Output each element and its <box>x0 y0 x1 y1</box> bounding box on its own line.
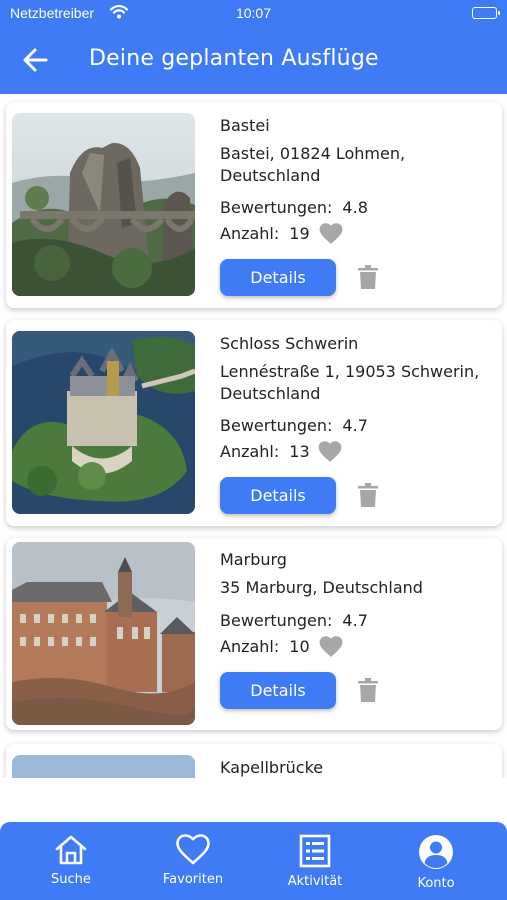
rating-label: Bewertungen: <box>220 416 333 435</box>
trip-photo-marburg <box>12 542 195 725</box>
trip-card[interactable]: Marburg 35 Marburg, Deutschland Bewertun… <box>6 538 502 730</box>
trip-card[interactable]: Schloss Schwerin Lennéstraße 1, 19053 Sc… <box>6 320 502 526</box>
rating-label: Bewertungen: <box>220 611 333 630</box>
heart-icon[interactable] <box>317 439 343 463</box>
trash-icon[interactable] <box>358 678 380 702</box>
details-button[interactable]: Details <box>220 259 336 296</box>
rating-value: 4.7 <box>342 611 368 630</box>
details-button[interactable]: Details <box>220 672 336 709</box>
trash-icon[interactable] <box>358 483 380 507</box>
count-row: Anzahl: 10 <box>220 637 310 656</box>
home-icon <box>55 835 87 865</box>
rating-label: Bewertungen: <box>220 198 333 217</box>
trip-name: Marburg <box>220 550 287 569</box>
heart-icon[interactable] <box>318 634 344 658</box>
rating-value: 4.8 <box>342 198 368 217</box>
trip-name: Schloss Schwerin <box>220 334 359 353</box>
details-button[interactable]: Details <box>220 477 336 514</box>
trip-address: Lennéstraße 1, 19053 Schwerin, Deutschla… <box>220 362 480 403</box>
tab-konto[interactable]: Konto <box>386 834 486 891</box>
trip-photo-schloss-schwerin <box>12 331 195 514</box>
trip-name: Kapellbrücke <box>220 758 324 777</box>
trip-card[interactable]: Bastei Bastei, 01824 Lohmen, Deutschland… <box>6 102 502 308</box>
count-label: Anzahl: <box>220 637 280 656</box>
account-icon <box>419 835 453 869</box>
rating-value: 4.7 <box>342 416 368 435</box>
battery-icon <box>472 7 500 19</box>
heart-outline-icon <box>176 834 210 865</box>
count-value: 19 <box>289 224 310 243</box>
tab-label: Favoriten <box>162 872 224 887</box>
tab-label: Suche <box>51 872 91 887</box>
trip-address: Bastei, 01824 Lohmen, Deutschland <box>220 144 406 185</box>
trash-icon[interactable] <box>358 265 380 289</box>
count-label: Anzahl: <box>220 442 280 461</box>
trip-photo-kapellbruecke <box>12 755 195 778</box>
tab-aktivitaet[interactable]: Aktivität <box>265 834 365 889</box>
trip-card[interactable]: Kapellbrücke <box>6 744 502 778</box>
count-value: 10 <box>289 637 310 656</box>
tab-favoriten[interactable]: Favoriten <box>143 834 243 887</box>
tab-label: Aktivität <box>287 874 343 889</box>
count-value: 13 <box>289 442 310 461</box>
rating-row: Bewertungen: 4.7 <box>220 416 368 435</box>
list-icon <box>299 834 331 868</box>
tab-suche[interactable]: Suche <box>21 834 121 887</box>
count-row: Anzahl: 13 <box>220 442 310 461</box>
back-arrow-icon[interactable] <box>20 44 52 76</box>
clock: 10:07 <box>235 5 272 21</box>
heart-icon[interactable] <box>318 221 344 245</box>
page-title: Deine geplanten Ausflüge <box>89 46 379 71</box>
trip-address: 35 Marburg, Deutschland <box>220 578 423 597</box>
bottom-tab-bar: Suche Favoriten Aktivität Konto <box>0 822 507 900</box>
app-bar: Deine geplanten Ausflüge <box>0 26 507 94</box>
tab-label: Konto <box>417 876 455 891</box>
count-row: Anzahl: 19 <box>220 224 310 243</box>
status-bar: Netzbetreiber 10:07 <box>0 0 507 26</box>
count-label: Anzahl: <box>220 224 280 243</box>
trip-photo-bastei <box>12 113 195 296</box>
rating-row: Bewertungen: 4.8 <box>220 198 368 217</box>
trip-name: Bastei <box>220 116 270 135</box>
rating-row: Bewertungen: 4.7 <box>220 611 368 630</box>
trip-list[interactable]: Bastei Bastei, 01824 Lohmen, Deutschland… <box>0 94 507 778</box>
